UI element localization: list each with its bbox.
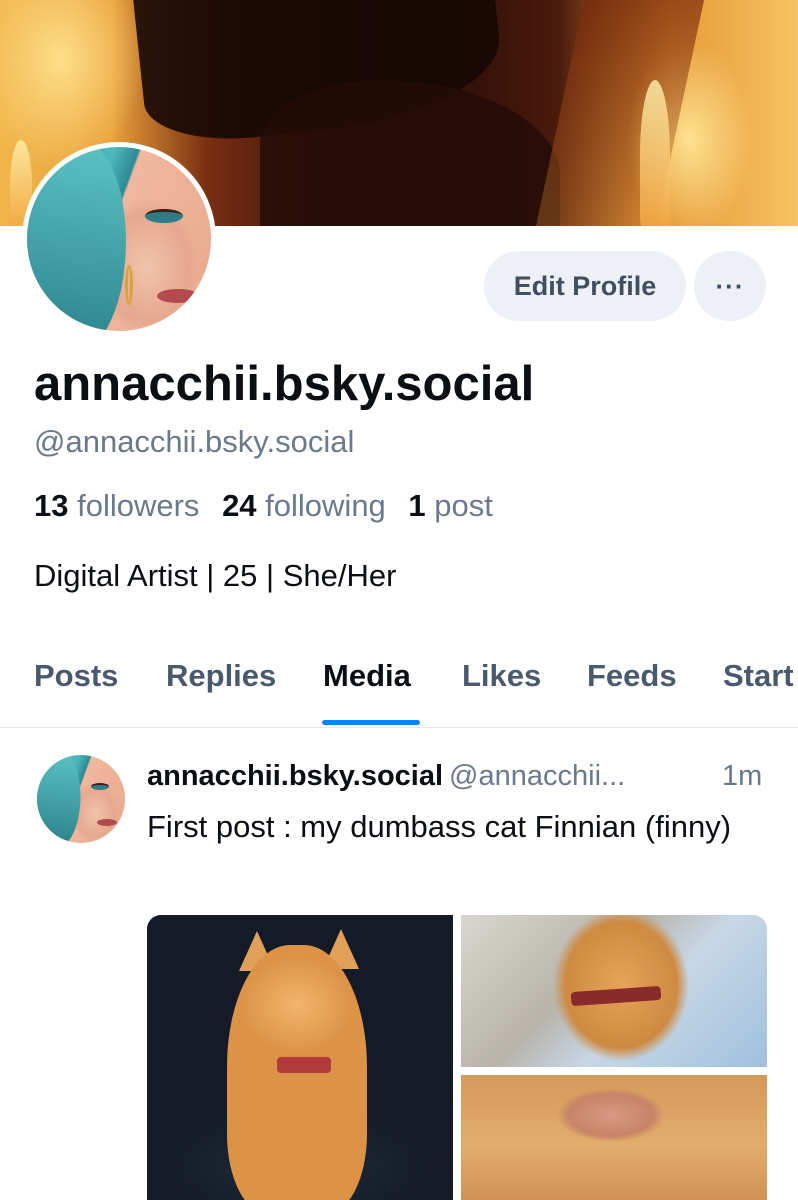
posts-count: 1 — [408, 488, 426, 523]
profile-avatar[interactable] — [22, 142, 216, 336]
post-image-gallery — [147, 915, 767, 1200]
tab-media[interactable]: Media — [323, 658, 411, 694]
followers-count: 13 — [34, 488, 69, 523]
tab-starter-packs[interactable]: Start — [723, 658, 794, 694]
profile-display-name: annacchii.bsky.social — [34, 357, 535, 411]
posts-label: post — [434, 488, 493, 523]
post-header: annacchii.bsky.social @annacchii... — [147, 760, 777, 793]
following-label: following — [265, 488, 386, 523]
avatar-earring — [125, 265, 133, 305]
post-image[interactable] — [461, 915, 767, 1067]
tab-feeds[interactable]: Feeds — [587, 658, 677, 694]
avatar-hair — [37, 755, 88, 843]
profile-stats: 13 followers 24 following 1 post — [34, 488, 493, 524]
followers-label: followers — [77, 488, 200, 523]
avatar-hair — [27, 147, 142, 331]
post-author-avatar[interactable] — [37, 755, 125, 843]
avatar-lips — [157, 289, 199, 303]
profile-handle: @annacchii.bsky.social — [34, 424, 355, 459]
banner-light — [640, 80, 670, 226]
cat-collar — [570, 985, 662, 1007]
avatar-eye — [145, 209, 183, 223]
tab-replies[interactable]: Replies — [166, 658, 276, 694]
post-author-handle[interactable]: @annacchii... — [449, 760, 625, 792]
tab-likes[interactable]: Likes — [462, 658, 541, 694]
cat-collar — [277, 1057, 331, 1073]
following-count: 24 — [222, 488, 257, 523]
avatar-lips — [97, 819, 117, 826]
post-timestamp[interactable]: 1m — [722, 760, 762, 793]
post-text: First post : my dumbass cat Finnian (fin… — [147, 809, 732, 844]
avatar-eye — [91, 783, 109, 790]
active-tab-indicator — [322, 720, 420, 725]
profile-tab-bar: Posts Replies Media Likes Feeds Start — [0, 640, 798, 728]
more-options-button[interactable]: ··· — [694, 251, 766, 321]
post-author-name[interactable]: annacchii.bsky.social — [147, 760, 443, 792]
post-image[interactable] — [461, 1075, 767, 1200]
posts-stat: 1 post — [408, 488, 492, 523]
edit-profile-button[interactable]: Edit Profile — [484, 251, 686, 321]
post-image[interactable] — [147, 915, 453, 1200]
tab-posts[interactable]: Posts — [34, 658, 118, 694]
profile-bio: Digital Artist | 25 | She/Her — [34, 558, 397, 593]
following-link[interactable]: 24 following — [222, 488, 386, 523]
followers-link[interactable]: 13 followers — [34, 488, 199, 523]
banner-shape — [260, 80, 560, 226]
banner-shape — [535, 0, 705, 226]
